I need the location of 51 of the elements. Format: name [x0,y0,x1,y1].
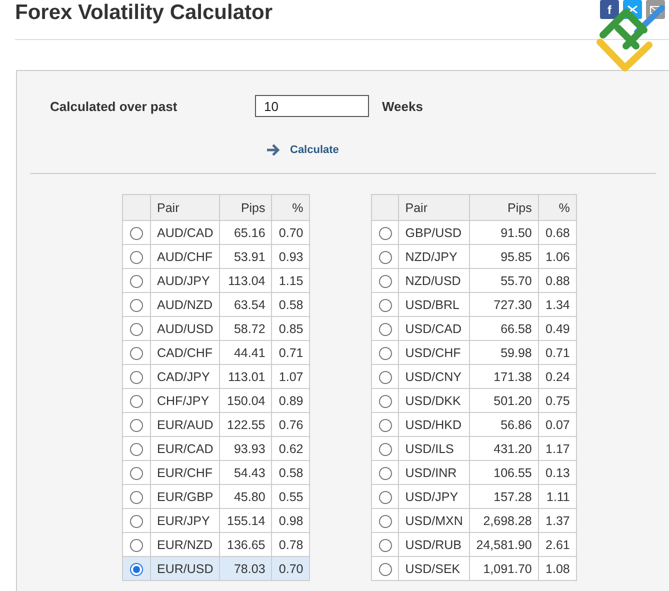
percent-cell: 0.70 [272,556,310,580]
radio-button[interactable] [130,418,143,432]
calculate-link[interactable]: Calculate [290,144,339,156]
radio-button[interactable] [378,298,392,312]
radio-button[interactable] [378,562,392,576]
arrow-icon [266,144,280,156]
radio-button[interactable] [378,418,392,432]
pips-cell: 78.03 [220,556,272,580]
radio-button[interactable] [130,370,143,384]
radio-button[interactable] [130,466,143,480]
radio-button[interactable] [378,250,392,264]
radio-button[interactable] [378,226,392,240]
radio-button[interactable] [378,538,392,552]
radio-button[interactable] [378,442,392,456]
column-header: Pair [398,194,470,220]
radio-button[interactable] [130,226,143,240]
radio-button[interactable] [378,322,392,336]
radio-button[interactable] [378,394,392,408]
unit-label: Weeks [382,98,423,114]
radio-button[interactable] [378,274,392,288]
radio-button[interactable] [378,490,392,504]
radio-button[interactable] [130,514,143,528]
radio-button[interactable] [130,490,143,504]
weeks-label: Calculated over past [50,98,178,114]
radio-button[interactable] [378,346,392,360]
radio-button[interactable] [130,274,143,288]
column-header: % [272,194,310,220]
percent-cell: 1.08 [538,556,576,580]
radio-button[interactable] [378,466,392,480]
column-header: Pair [150,194,220,220]
radio-button[interactable] [130,538,143,552]
column-header: % [538,194,576,220]
cross-icon [627,5,638,14]
radio-button[interactable] [130,298,143,312]
facebook-button[interactable]: f [600,0,619,19]
radio-button[interactable] [130,250,143,264]
page-title: Forex Volatility Calculator [15,1,273,25]
radio-button[interactable] [130,562,143,576]
radio-button[interactable] [378,370,392,384]
pips-cell: 1,091.70 [470,556,538,580]
column-header: Pips [220,194,272,220]
weeks-input[interactable]: 10 [255,95,369,117]
mail-icon [650,6,661,14]
radio-button[interactable] [130,394,143,408]
radio-button[interactable] [130,346,143,360]
radio-button[interactable] [130,442,143,456]
radio-button[interactable] [130,322,143,336]
radio-button[interactable] [378,514,392,528]
pair-cell: EUR/USD [150,556,220,580]
column-header: Pips [470,194,538,220]
pair-cell: USD/SEK [398,556,470,580]
